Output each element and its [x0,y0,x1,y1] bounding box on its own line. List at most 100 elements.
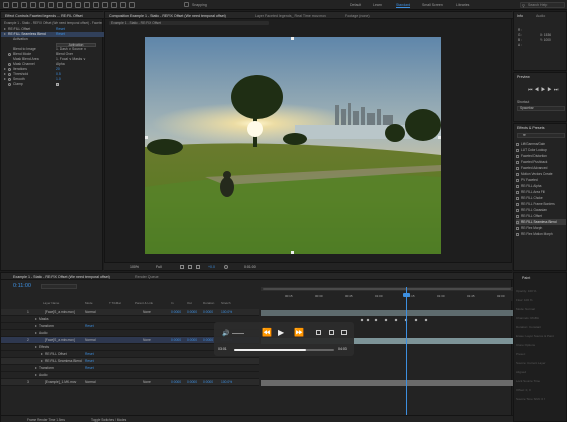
effects-search-input[interactable]: re [517,133,565,138]
layer-group-row[interactable]: Audio [1,372,259,379]
breadcrumb: Example 1 - Static - REFIX Offset (We ne… [4,21,102,25]
time-ruler[interactable]: 00:15 00:30 00:45 01:00 01:15 01:30 01:4… [261,287,513,301]
transparency-grid-icon[interactable] [188,264,192,269]
playback-controls-icon[interactable]: ⏮◀▶▶⏭ [528,87,560,93]
snapping-checkbox[interactable] [184,2,189,7]
search-icon: ⚲ [522,2,525,8]
picture-in-picture-icon[interactable] [316,330,321,335]
workspace-default[interactable]: Default [350,3,361,7]
composition-viewer-image[interactable] [145,37,441,254]
zoom-tool-icon[interactable] [30,2,36,8]
region-of-interest-icon[interactable] [180,264,184,269]
composition-tab[interactable]: Composition Example 1 - Static - REFIX O… [109,14,244,18]
comp-timecode[interactable]: 0:01:00 [244,265,256,269]
audio-tab[interactable]: Audio [536,14,545,18]
info-r: R : [518,28,523,32]
snapshot-icon[interactable] [224,264,228,269]
play-icon[interactable]: ▶ [278,328,284,337]
effect-item[interactable]: RE:Flex Motion Morph [516,231,566,237]
layer-tab[interactable]: Layer Faceted legends_ Real Time mov.mov [255,14,335,18]
effect-controls-tab[interactable]: Effect Controls Faceted legends ... RE:F… [5,14,102,18]
playhead[interactable] [406,287,407,422]
layer-group-row[interactable]: Transform Reset [1,365,259,372]
keyframe[interactable] [424,318,428,322]
workspace-libraries[interactable]: Libraries [456,3,469,7]
effect-controls-panel: Effect Controls Faceted legends ... RE:F… [0,11,104,271]
camera-tool-icon[interactable] [48,2,54,8]
preview-title: Preview [517,75,530,79]
workspace-standard[interactable]: Standard [396,3,411,8]
seek-bar[interactable] [234,349,334,351]
top-toolbar: Snapping Default Learn Standard Small Sc… [0,0,567,10]
layer-1-bar[interactable] [261,310,513,316]
volume-icon[interactable]: 🔊 [222,330,229,337]
search-help-input[interactable]: Search Help [520,2,565,8]
toggle-switches-modes[interactable]: Toggle Switches / Modes [91,418,126,422]
playhead-handle[interactable] [403,293,410,297]
footage-tab[interactable]: Footage (none) [345,14,385,18]
hand-tool-icon[interactable] [21,2,27,8]
brush-tool-icon[interactable] [93,2,99,8]
pen-tool-icon[interactable] [75,2,81,8]
snapping-label: Snapping [192,3,207,7]
frame-render-time: Frame Render Time 1.5ms [27,417,65,422]
keyframe[interactable] [394,318,398,322]
effect-row[interactable]: Clamp [1,82,104,87]
eraser-tool-icon[interactable] [111,2,117,8]
seek-bar-progress [234,349,306,351]
info-b: B : [518,38,522,42]
keyframe[interactable] [414,318,418,322]
exposure-value[interactable]: +0.0 [208,265,215,269]
info-y: Y: 1000 [540,38,551,42]
composition-breadcrumb[interactable]: Example 1 - Static - RE:FIX Offset [109,21,269,25]
layer-row[interactable]: 1 [Face]S_a.mkv.mov] Normal None 0:0000 … [1,309,259,316]
rewind-icon[interactable]: ⏪ [262,328,272,337]
home-icon[interactable] [3,2,9,8]
mask-visibility-icon[interactable] [196,264,200,269]
fast-forward-icon[interactable]: ⏩ [294,328,304,337]
resolution-select[interactable]: Full [156,265,162,269]
clone-stamp-tool-icon[interactable] [102,2,108,8]
shortcut-select[interactable]: Spacebar [517,106,565,111]
composition-footer: 100% Full +0.0 0:01:00 [104,262,512,270]
layer-row[interactable]: 3 [Example]_1.MK.mov Normal None 0:0000 … [1,379,259,386]
pan-behind-tool-icon[interactable] [57,2,63,8]
airplay-icon[interactable] [329,330,334,335]
timeline-timecode[interactable]: 0:11:00 [13,283,31,289]
effects-presets-title: Effects & Presets [517,126,545,130]
workspace-learn[interactable]: Learn [373,3,382,7]
keyframe[interactable] [360,318,364,322]
timeline-footer: Frame Render Time 1.5ms Toggle Switches … [1,415,513,422]
rotate-tool-icon[interactable] [39,2,45,8]
info-panel: Info Audio R : G : B : A : X: 1536 Y: 10… [513,11,567,71]
timeline-search-input[interactable] [41,284,77,289]
effect-row[interactable]: RE:FILL Seamless Blend Reset [1,358,259,365]
rectangle-tool-icon[interactable] [66,2,72,8]
keyframe[interactable] [374,318,378,322]
shortcut-label: Shortcut [517,100,530,104]
type-tool-icon[interactable] [84,2,90,8]
render-queue-tab[interactable]: Render Queue [135,275,159,279]
info-tab[interactable]: Info [517,14,523,18]
info-x: X: 1536 [540,33,551,37]
clamp-checkbox[interactable] [56,83,59,86]
selection-tool-icon[interactable] [12,2,18,8]
timeline-tab[interactable]: Example 1 - Static - RE:FIX Offset (We n… [13,275,123,279]
effects-presets-panel: Effects & Presets re Lift/Gamma/Gain LUT… [513,123,567,271]
preview-panel: Preview ⏮◀▶▶⏭ Shortcut Spacebar [513,72,567,122]
info-g: G : [518,33,523,37]
keyframe[interactable] [366,318,370,322]
roto-brush-tool-icon[interactable] [120,2,126,8]
zoom-select[interactable]: 100% [130,265,139,269]
layer-3-bar[interactable] [261,380,513,386]
workspace-small-screen[interactable]: Small Screen [422,3,443,7]
keyframe[interactable] [384,318,388,322]
work-area-bar[interactable] [263,288,511,290]
effect-properties: RE:FILL Offset Reset RE:FILL Seamless Ble… [1,27,104,147]
volume-slider[interactable] [232,333,244,334]
info-a: A : [518,43,522,47]
fullscreen-icon[interactable] [341,330,347,335]
total-time: 04:03 [338,347,347,351]
puppet-tool-icon[interactable] [129,2,135,8]
timeline-column-headers: Layer Name Mode T TrkMat Parent & Link I… [43,301,231,305]
